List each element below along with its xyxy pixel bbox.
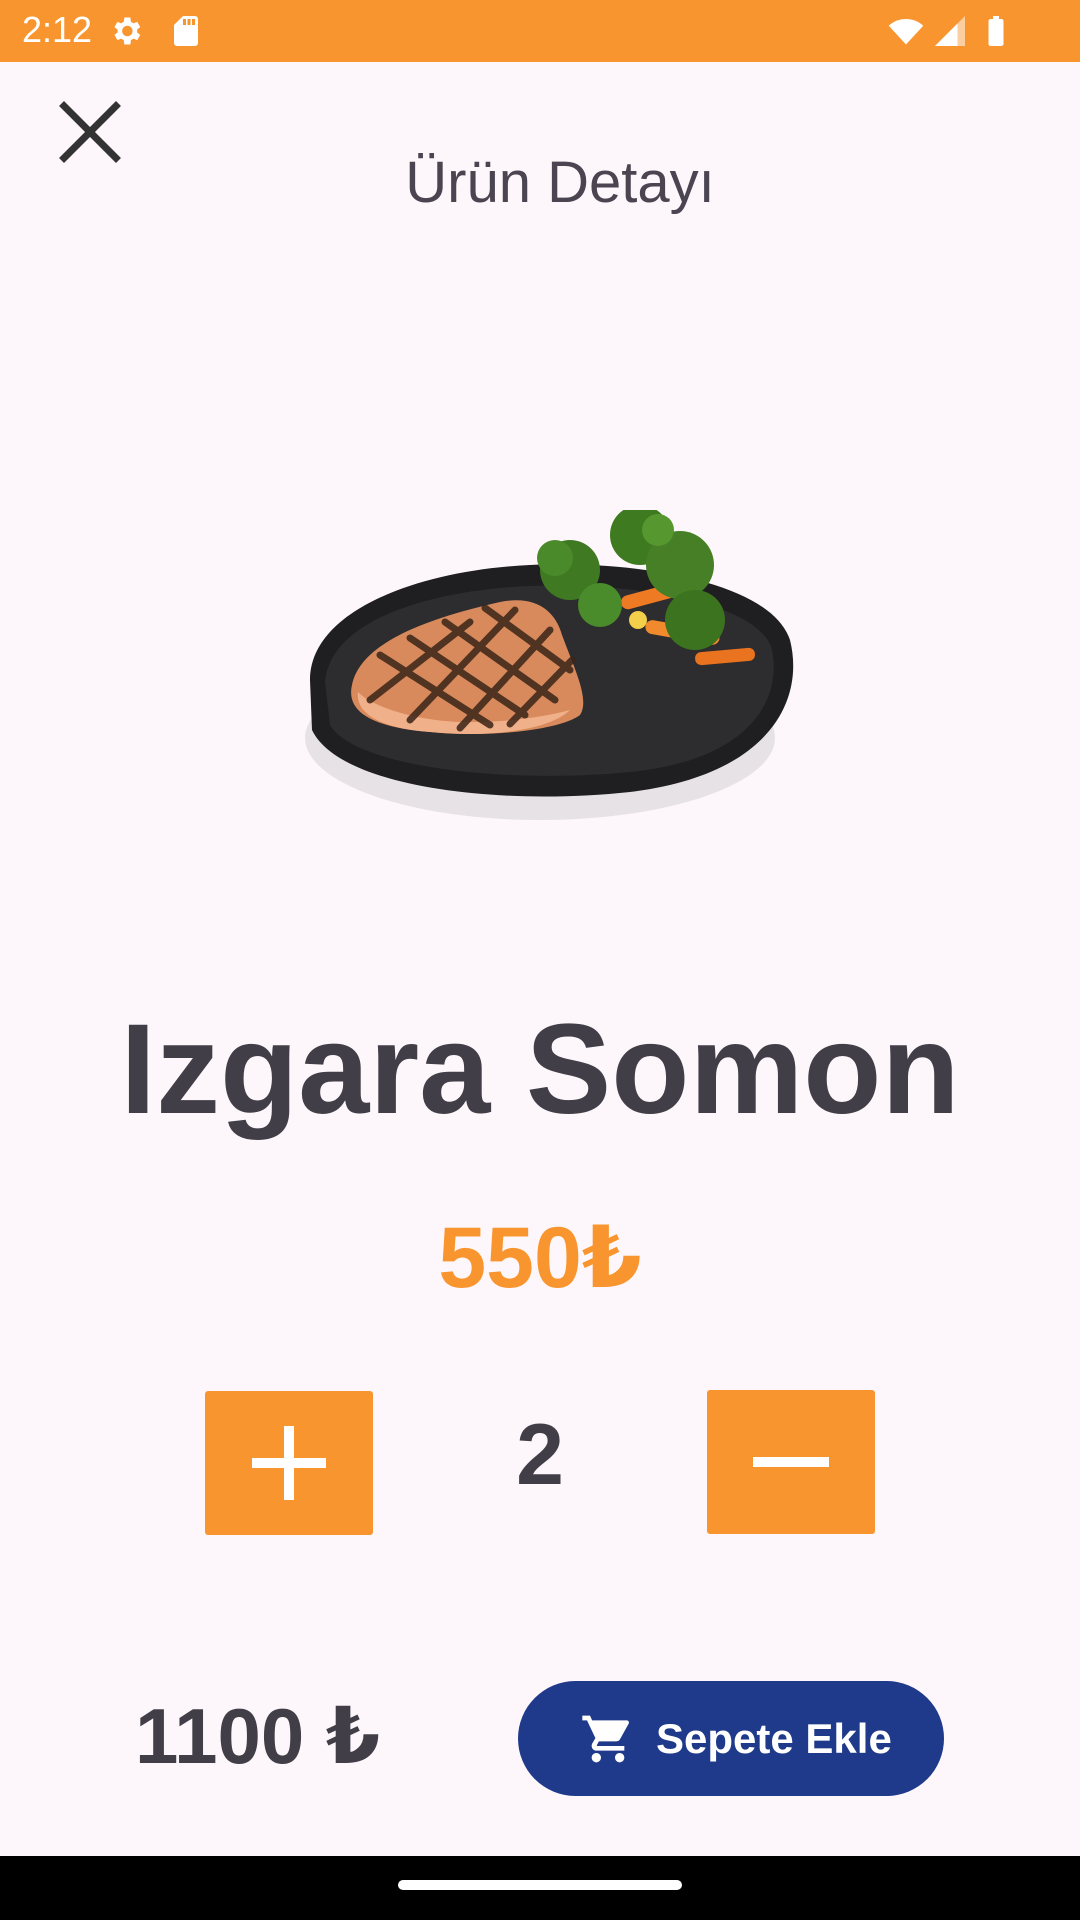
status-bar: 2:12 [0, 0, 1080, 62]
battery-icon [988, 16, 1004, 46]
increase-quantity-button[interactable] [205, 1391, 373, 1535]
quantity-value: 2 [516, 1407, 564, 1503]
minus-icon [753, 1457, 829, 1467]
wifi-icon [888, 19, 924, 45]
plus-icon [252, 1426, 326, 1500]
add-to-cart-label: Sepete Ekle [656, 1715, 892, 1762]
sd-card-icon [174, 16, 198, 46]
product-name: Izgara Somon [120, 998, 960, 1141]
product-image [305, 510, 794, 820]
signal-icon [935, 16, 965, 46]
add-to-cart-button[interactable]: Sepete Ekle [518, 1681, 944, 1796]
product-price: 550₺ [438, 1210, 642, 1306]
decrease-quantity-button[interactable] [707, 1390, 875, 1534]
navigation-bar [0, 1856, 1080, 1920]
cart-icon [582, 1715, 629, 1763]
page-title: Ürün Detayı [405, 150, 715, 215]
gear-icon [114, 17, 141, 45]
status-time: 2:12 [22, 9, 93, 50]
home-indicator[interactable] [398, 1880, 682, 1890]
total-price: 1100 ₺ [135, 1692, 381, 1780]
